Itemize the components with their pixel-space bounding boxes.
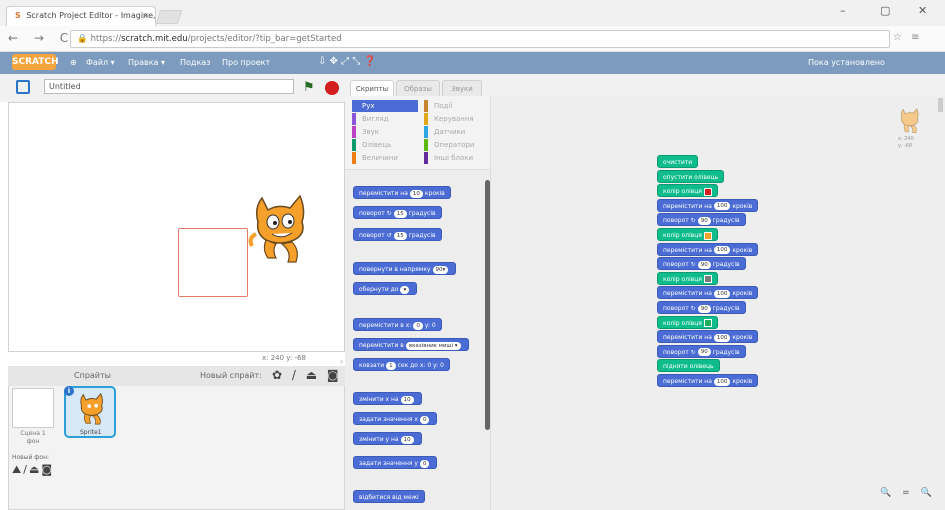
project-title-input[interactable]: Untitled <box>44 79 294 94</box>
script-area-scrollbar[interactable] <box>938 98 943 112</box>
nav-buttons[interactable]: ← → C <box>8 31 74 45</box>
scratch-favicon-icon: S <box>15 11 21 20</box>
sprite-info-icon[interactable]: i <box>64 386 74 396</box>
browser-tab[interactable]: S Scratch Project Editor - Imagine, Prog… <box>6 6 156 26</box>
menu-right-link[interactable]: Пока установлено <box>808 56 885 70</box>
palette-block[interactable]: обернути до ▾ <box>353 282 418 295</box>
new-backdrop-label: Новый фон: <box>12 454 50 461</box>
minimize-icon[interactable]: – <box>840 4 846 17</box>
category-item[interactable]: Олівець <box>352 139 418 151</box>
current-sprite-xy: x: 240 y: -68 <box>898 136 914 149</box>
cat-sprite[interactable] <box>248 188 314 266</box>
script-area-top <box>490 74 945 96</box>
sprite-name-label: Sprite1 <box>80 429 102 436</box>
palette-block[interactable]: перемістити на 10 кроків <box>353 186 451 199</box>
script-block[interactable]: підняти олівець <box>657 359 720 373</box>
globe-icon[interactable]: ⊕ <box>70 56 77 70</box>
stop-icon[interactable] <box>325 81 339 95</box>
script-block[interactable]: поворот ↻ 90 градусів <box>657 213 746 227</box>
script-block[interactable]: перемістити на 100 кроків <box>657 198 759 212</box>
new-sprite-label: Новый спрайт: <box>200 371 262 380</box>
new-backdrop-icons[interactable]: ⛰/⏏◙ <box>12 463 54 477</box>
new-sprite-icons[interactable]: ✿ / ⏏ ◙ <box>272 368 342 382</box>
tab-close-icon[interactable]: × <box>142 7 149 25</box>
collapse-arrow-icon[interactable]: › <box>340 357 343 366</box>
menu-about[interactable]: Про проект <box>222 56 270 70</box>
green-flag-icon[interactable]: ⚑ <box>303 80 315 95</box>
edit-tools-icons[interactable]: ⇩ ✥ ⤢ ⤡ ❓ <box>318 56 376 67</box>
maximize-icon[interactable]: ▢ <box>880 4 890 17</box>
script-block[interactable]: поворот ↻ 90 градусів <box>657 257 746 271</box>
palette-block[interactable]: відбитися від межі <box>353 490 425 503</box>
new-tab-button[interactable] <box>155 10 183 24</box>
script-block[interactable]: колір олівця <box>657 271 718 285</box>
tab-scripts[interactable]: Скрипты <box>350 80 394 96</box>
palette-block[interactable]: поворот ↺ 15 градусів <box>353 228 442 241</box>
script-block[interactable]: перемістити на 100 кроків <box>657 242 759 256</box>
category-item[interactable]: Вигляд <box>352 113 418 125</box>
category-item[interactable]: Події <box>424 100 490 112</box>
sprite-pane <box>8 366 345 510</box>
palette-block[interactable]: перемістити в вказівник миші ▾ <box>353 338 469 351</box>
category-item[interactable]: Величини <box>352 152 418 164</box>
mouse-coordinates: x: 240 y: -68 <box>262 354 306 362</box>
script-block[interactable]: перемістити на 100 кроків <box>657 286 759 300</box>
category-item[interactable]: Звук <box>352 126 418 138</box>
fullscreen-icon[interactable] <box>16 80 30 94</box>
pen-drawn-square <box>178 228 248 297</box>
menu-tips[interactable]: Подказ <box>180 56 210 70</box>
script-block[interactable]: перемістити на 100 кроків <box>657 330 759 344</box>
category-item[interactable]: Рух <box>352 100 418 112</box>
menu-edit[interactable]: Правка ▾ <box>128 56 165 70</box>
script-block[interactable]: очистити <box>657 155 699 168</box>
palette-block[interactable]: поворот ↻ 15 градусів <box>353 206 442 219</box>
tab-sounds[interactable]: Звуки <box>442 80 482 96</box>
category-item[interactable]: Датчики <box>424 126 490 138</box>
current-sprite-cat-icon <box>900 108 919 133</box>
category-item[interactable]: Інші блоки <box>424 152 490 164</box>
sprite-thumbnail-cat-icon <box>80 392 103 425</box>
script-block[interactable]: колір олівця <box>657 228 718 241</box>
category-item[interactable]: Керування <box>424 113 490 125</box>
browser-menu-icons[interactable]: ☆ ≡ <box>893 32 923 43</box>
script-block[interactable]: перемістити на 100 кроків <box>657 374 759 387</box>
palette-block[interactable]: змінити y на 10 <box>353 432 422 445</box>
menu-file[interactable]: Файл ▾ <box>86 56 115 70</box>
zoom-controls[interactable]: 🔍 = 🔍 <box>880 488 936 498</box>
close-window-icon[interactable]: ✕ <box>918 4 927 17</box>
lock-icon: 🔒 <box>77 34 88 44</box>
stage-thumbnail-label: Сцена 1 фон <box>20 430 46 445</box>
palette-block[interactable]: задати значення x0 <box>353 412 438 425</box>
script-block[interactable]: колір олівця <box>657 184 718 198</box>
palette-block[interactable]: задати значення y0 <box>353 456 438 469</box>
script-block[interactable]: колір олівця <box>657 315 718 329</box>
palette-block[interactable]: ковзати 1 сек до x: 0 y: 0 <box>353 358 450 371</box>
category-item[interactable]: Оператори <box>424 139 490 151</box>
palette-block[interactable]: повернути в напрямку 90▾ <box>353 262 457 275</box>
stage-thumbnail[interactable] <box>12 388 54 428</box>
script-block[interactable]: поворот ↻ 90 градусів <box>657 301 746 314</box>
sprites-title: Спрайты <box>74 371 111 380</box>
palette-block[interactable]: змінити x на 10 <box>353 392 422 405</box>
scratch-logo[interactable]: SCRATCH <box>12 54 59 70</box>
script-block[interactable]: опустити олівець <box>657 169 725 183</box>
palette-block[interactable]: перемістити в x: 0 y: 0 <box>353 318 442 331</box>
tab-costumes[interactable]: Образы <box>396 80 440 96</box>
script-block[interactable]: поворот ↻ 90 градусів <box>657 344 746 358</box>
url-bar[interactable]: 🔒 https://scratch.mit.edu/projects/editor… <box>70 30 890 48</box>
tab-title: Scratch Project Editor - Imagine, Progra… <box>26 11 156 20</box>
